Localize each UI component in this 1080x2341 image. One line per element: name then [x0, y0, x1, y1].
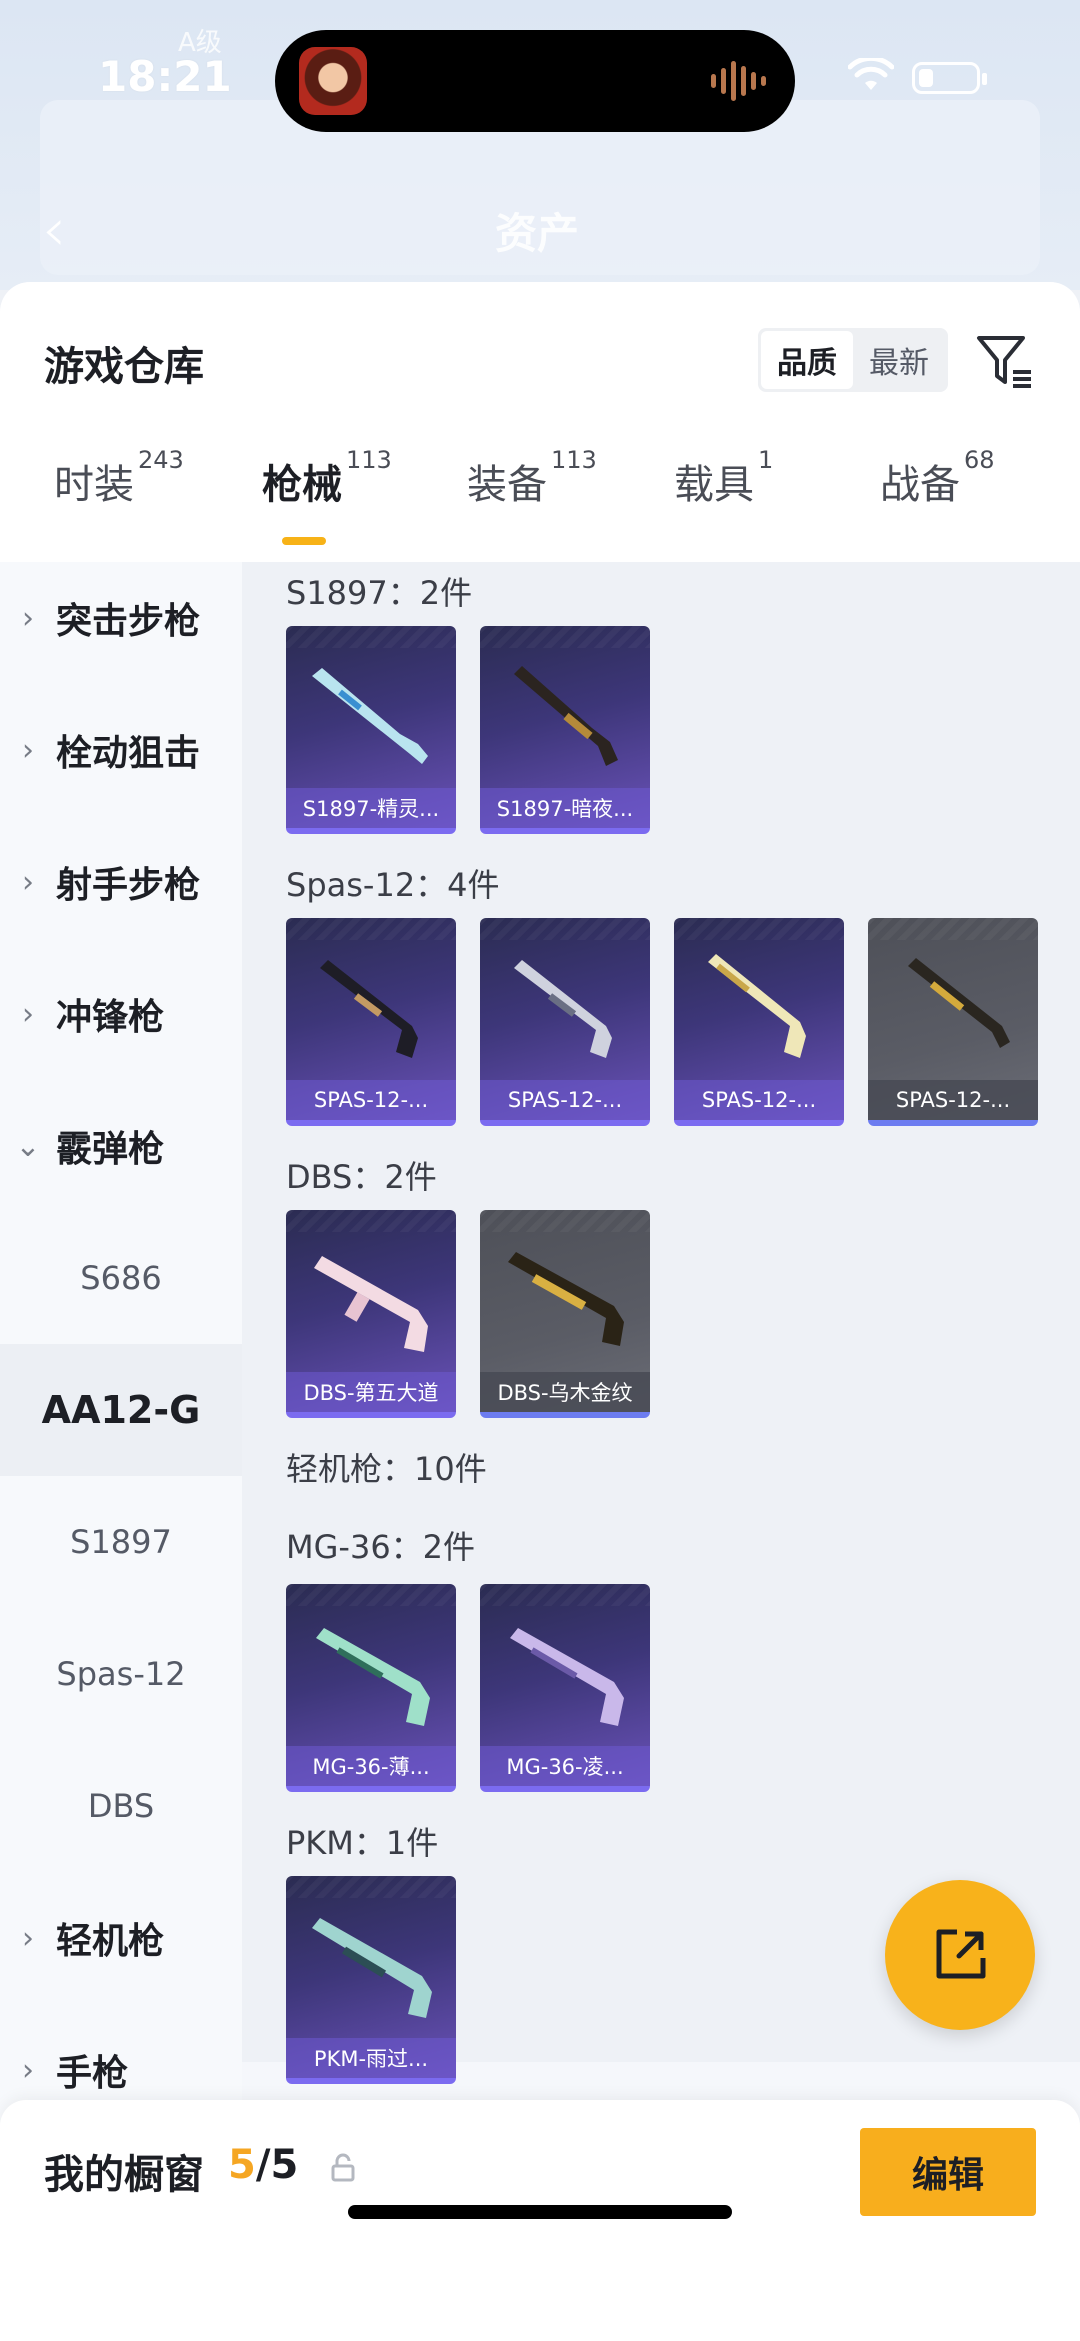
status-time: 18:21: [98, 52, 232, 101]
chevron-right-icon: ›: [22, 2052, 34, 2088]
shotgun-skin-icon: [320, 960, 418, 1058]
showcase-bar: 我的橱窗 5/5 编辑: [0, 2100, 1080, 2341]
nav-sub-aa12g[interactable]: AA12-G: [0, 1344, 242, 1476]
group-label-mg36: MG-36：2件: [286, 1528, 476, 1566]
nav-sub-dbs[interactable]: DBS: [0, 1740, 242, 1872]
weapon-type-nav: › 突击步枪 › 栓动狙击 › 射手步枪 › 冲锋枪 ⌄ 霰弹枪 S686 AA12-G …: [0, 562, 242, 2341]
chevron-right-icon: ›: [22, 996, 34, 1032]
wifi-icon: [848, 58, 894, 90]
lmg-skin-icon: [510, 1628, 624, 1726]
group-label-s1897: S1897：2件: [286, 574, 473, 612]
sheet-title: 游戏仓库: [44, 344, 204, 390]
nav-sub-s1897[interactable]: S1897: [0, 1476, 242, 1608]
tab-weapons[interactable]: 枪械113: [262, 446, 392, 510]
group-label-dbs: DBS：2件: [286, 1158, 437, 1196]
nav-marksman-rifle[interactable]: › 射手步枪: [0, 816, 242, 948]
group-label-pkm: PKM：1件: [286, 1824, 439, 1862]
chevron-right-icon: ›: [22, 600, 34, 636]
chevron-right-icon: ›: [22, 732, 34, 768]
tab-vehicles[interactable]: 载具1: [674, 446, 773, 510]
item-card[interactable]: DBS-第五大道: [286, 1210, 456, 1418]
chevron-down-icon: ⌄: [15, 1128, 41, 1164]
group-label-lmg: 轻机枪：10件: [286, 1450, 487, 1488]
item-card[interactable]: S1897-精灵...: [286, 626, 456, 834]
shotgun-skin-icon: [508, 1252, 624, 1346]
background-title: 资产: [495, 209, 580, 258]
chevron-right-icon: ›: [22, 864, 34, 900]
shotgun-skin-icon: [514, 666, 618, 766]
tab-equipment[interactable]: 装备113: [467, 446, 597, 510]
nav-assault-rifle[interactable]: › 突击步枪: [0, 552, 242, 684]
nav-shotgun[interactable]: ⌄ 霰弹枪: [0, 1080, 242, 1212]
lmg-skin-icon: [312, 1918, 432, 2018]
showcase-label: 我的橱窗: [44, 2152, 204, 2198]
lock-icon: [331, 2153, 355, 2182]
shotgun-skin-icon: [708, 954, 806, 1058]
chevron-right-icon: ›: [22, 1920, 34, 1956]
showcase-count: 5/5: [228, 2142, 299, 2188]
item-card[interactable]: PKM-雨过...: [286, 1876, 456, 2084]
active-tab-indicator: [282, 537, 326, 545]
item-card[interactable]: DBS-乌木金纹: [480, 1210, 650, 1418]
share-button[interactable]: [885, 1880, 1035, 2030]
item-card[interactable]: SPAS-12-...: [286, 918, 456, 1126]
shotgun-skin-icon: [312, 668, 428, 764]
group-label-spas12: Spas-12：4件: [286, 866, 500, 904]
item-card[interactable]: MG-36-凌...: [480, 1584, 650, 1792]
item-card[interactable]: SPAS-12-...: [480, 918, 650, 1126]
warehouse-sheet: 游戏仓库 品质 最新 时装243 枪械113 装备113 载具1 战备68 › 突…: [0, 282, 1080, 2341]
sort-latest-button[interactable]: 最新: [853, 331, 945, 389]
shotgun-skin-icon: [314, 1256, 428, 1352]
home-indicator: [348, 2205, 732, 2219]
tab-supplies[interactable]: 战备68: [880, 446, 995, 510]
share-icon: [936, 1929, 986, 1979]
weapon-list: S1897：2件 S1897-精灵... S1897-暗夜... Spas-12…: [242, 562, 1080, 2084]
item-card[interactable]: S1897-暗夜...: [480, 626, 650, 834]
sort-quality-button[interactable]: 品质: [761, 331, 853, 389]
app-avatar-icon: [299, 47, 367, 115]
sheet-header: 游戏仓库 品质 最新: [0, 282, 1080, 422]
dynamic-island: [275, 30, 795, 132]
tab-fashion[interactable]: 时装243: [54, 446, 184, 510]
back-button[interactable]: ‹: [42, 195, 66, 265]
shotgun-skin-icon: [514, 960, 612, 1058]
nav-sub-spas12[interactable]: Spas-12: [0, 1608, 242, 1740]
item-card[interactable]: SPAS-12-...: [868, 918, 1038, 1126]
filter-icon[interactable]: [975, 332, 1035, 392]
shotgun-skin-icon: [908, 958, 1010, 1048]
edit-button[interactable]: 编辑: [860, 2128, 1036, 2216]
battery-icon: [912, 62, 987, 94]
lmg-skin-icon: [316, 1628, 430, 1726]
audio-wave-icon: [711, 60, 767, 102]
nav-lmg[interactable]: › 轻机枪: [0, 1872, 242, 2004]
item-card[interactable]: SPAS-12-...: [674, 918, 844, 1126]
nav-smg[interactable]: › 冲锋枪: [0, 948, 242, 1080]
nav-sub-s686[interactable]: S686: [0, 1212, 242, 1344]
item-card[interactable]: MG-36-薄...: [286, 1584, 456, 1792]
nav-bolt-sniper[interactable]: › 栓动狙击: [0, 684, 242, 816]
category-tabs: 时装243 枪械113 装备113 载具1 战备68: [0, 422, 1080, 562]
sort-toggle: 品质 最新: [758, 328, 948, 392]
